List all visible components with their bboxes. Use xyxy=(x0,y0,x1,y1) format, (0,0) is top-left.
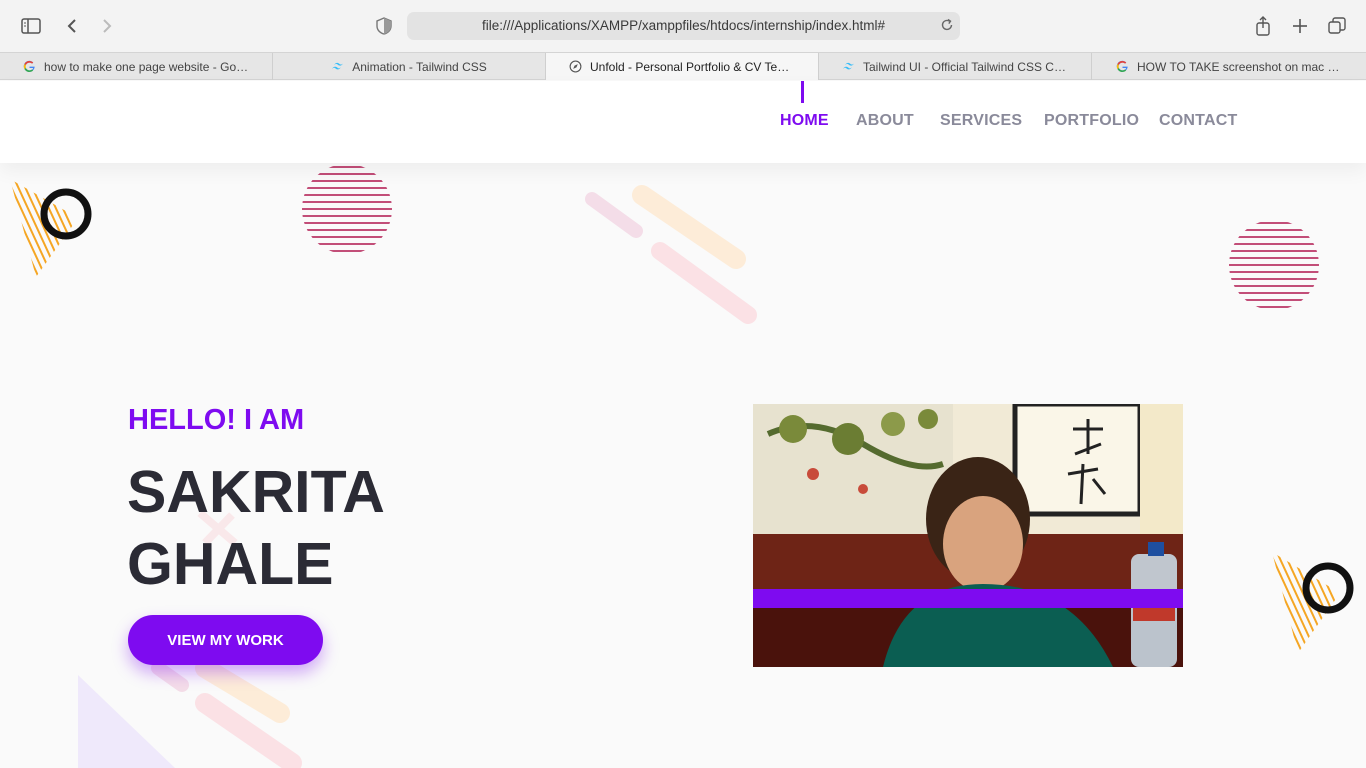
address-bar[interactable]: file:///Applications/XAMPP/xamppfiles/ht… xyxy=(407,12,960,40)
nav-link-services[interactable]: SERVICES xyxy=(940,112,1022,130)
hero-first-name: SAKRITA xyxy=(127,459,385,525)
google-icon xyxy=(1116,60,1128,73)
decor-capsules-bottom xyxy=(151,658,302,768)
view-my-work-button[interactable]: VIEW MY WORK xyxy=(128,615,323,665)
decor-triangle-lavender xyxy=(78,675,175,768)
decor-capsules-top xyxy=(585,185,757,324)
decor-striped-circle-right xyxy=(1229,222,1319,308)
browser-toolbar: file:///Applications/XAMPP/xamppfiles/ht… xyxy=(0,0,1366,52)
tailwind-icon xyxy=(332,62,344,70)
nav-link-about[interactable]: ABOUT xyxy=(856,112,914,130)
reload-icon[interactable] xyxy=(940,18,954,37)
compass-icon xyxy=(569,60,582,73)
privacy-shield-icon[interactable] xyxy=(376,17,392,40)
back-icon[interactable] xyxy=(60,14,84,38)
nav-active-indicator xyxy=(801,81,804,103)
tab-tailwind-ui[interactable]: Tailwind UI - Official Tailwind CSS Co..… xyxy=(819,53,1092,80)
tab-tailwind-animation[interactable]: Animation - Tailwind CSS xyxy=(273,53,546,80)
tab-bar: how to make one page website - Goog... A… xyxy=(0,52,1366,80)
tab-google-search[interactable]: how to make one page website - Goog... xyxy=(0,53,273,80)
decor-striped-circle-left xyxy=(302,166,392,252)
sidebar-toggle-icon[interactable] xyxy=(19,14,43,38)
tab-label: Unfold - Personal Portfolio & CV Tem... xyxy=(590,59,795,74)
tab-label: Tailwind UI - Official Tailwind CSS Co..… xyxy=(863,59,1068,74)
profile-photo xyxy=(753,404,1183,667)
nav-link-home[interactable]: HOME xyxy=(780,112,829,130)
tailwind-icon xyxy=(843,62,854,70)
tab-overview-icon[interactable] xyxy=(1325,14,1349,38)
tab-screenshot-search[interactable]: HOW TO TAKE screenshot on mac - G... xyxy=(1092,53,1366,80)
nav-link-portfolio[interactable]: PORTFOLIO xyxy=(1044,112,1139,130)
google-icon xyxy=(23,60,35,73)
tab-label: HOW TO TAKE screenshot on mac - G... xyxy=(1137,59,1342,74)
forward-icon[interactable] xyxy=(95,14,119,38)
address-url: file:///Applications/XAMPP/xamppfiles/ht… xyxy=(482,18,885,33)
nav-link-contact[interactable]: CONTACT xyxy=(1159,112,1237,130)
new-tab-icon[interactable] xyxy=(1288,14,1312,38)
hero-last-name: GHALE xyxy=(127,531,334,597)
hero-greeting: HELLO! I AM xyxy=(128,404,305,436)
share-icon[interactable] xyxy=(1251,14,1275,38)
tab-label: how to make one page website - Goog... xyxy=(44,59,249,74)
tab-unfold-portfolio[interactable]: Unfold - Personal Portfolio & CV Tem... xyxy=(546,53,819,80)
tab-label: Animation - Tailwind CSS xyxy=(352,59,487,74)
site-navbar: HOME ABOUT SERVICES PORTFOLIO CONTACT xyxy=(0,81,1366,163)
